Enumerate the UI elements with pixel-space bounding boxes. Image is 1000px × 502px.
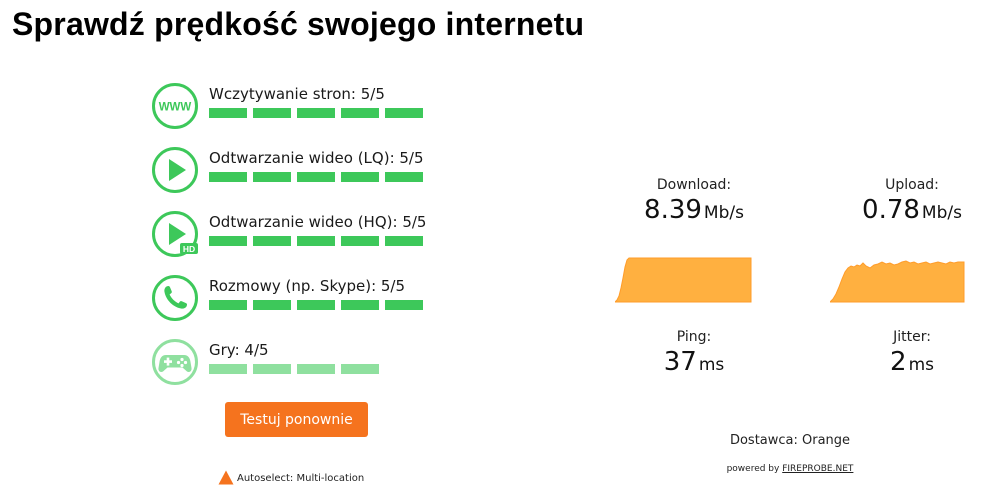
powered-by: powered by FIREPROBE.NET (650, 464, 930, 474)
upload-graph-area (830, 260, 965, 303)
upload-label: Upload: (885, 177, 939, 193)
ping-value: 37 (663, 347, 697, 377)
score-bar (297, 364, 335, 374)
score-bar (253, 172, 291, 182)
download-value: 8.39 (644, 195, 702, 225)
upload-unit: Mb/s (921, 203, 962, 223)
score-bar (297, 300, 335, 310)
score-bar (385, 236, 423, 246)
provider-info: Dostawca: Orange (729, 433, 851, 448)
upload-result: Upload: 0.78 Mb/s (827, 177, 997, 225)
powered-by-prefix: powered by (726, 464, 783, 474)
upload-value: 0.78 (862, 195, 920, 225)
download-result: Download: 8.39 Mb/s (609, 177, 779, 225)
download-unit: Mb/s (703, 203, 744, 223)
download-label: Download: (656, 177, 732, 193)
feature-label: Odtwarzanie wideo (HQ): 5/5 (209, 213, 427, 231)
upload-speed-graph (830, 260, 965, 303)
jitter-unit: ms (908, 355, 934, 375)
score-bar (297, 172, 335, 182)
feature-label: Gry: 4/5 (209, 341, 269, 359)
feature-row-calls: Rozmowy (np. Skype): 5/5 (151, 274, 451, 330)
score-bar (253, 364, 291, 374)
gamepad-icon (152, 339, 198, 385)
feature-row-video-hq: HD Odtwarzanie wideo (HQ): 5/5 (151, 210, 451, 266)
feature-label: Rozmowy (np. Skype): 5/5 (209, 277, 406, 295)
ping-result: Ping: 37 ms (609, 329, 779, 377)
feature-row-games: Gry: 4/5 (151, 338, 451, 394)
server-select-label: Autoselect: Multi-location (237, 473, 365, 484)
score-bar (341, 236, 379, 246)
score-bar (209, 236, 247, 246)
feature-row-web-browsing: WWW Wczytywanie stron: 5/5 (151, 82, 451, 138)
play-hd-icon: HD (152, 211, 198, 257)
warning-triangle-icon (218, 470, 234, 485)
score-bar (341, 172, 379, 182)
score-bar (253, 108, 291, 118)
svg-text:HD: HD (183, 244, 195, 254)
retest-button[interactable]: Testuj ponownie (225, 402, 368, 437)
score-bar (341, 300, 379, 310)
download-speed-graph (615, 257, 752, 303)
jitter-label: Jitter: (893, 329, 931, 345)
ping-unit: ms (698, 355, 725, 375)
jitter-result: Jitter: 2 ms (827, 329, 997, 377)
score-bar (253, 300, 291, 310)
www-icon: WWW (152, 83, 198, 129)
score-bar (341, 108, 379, 118)
feature-label: Odtwarzanie wideo (LQ): 5/5 (209, 149, 424, 167)
fireprobe-link[interactable]: FIREPROBE.NET (782, 464, 853, 474)
score-bar (385, 300, 423, 310)
ping-label: Ping: (676, 329, 712, 345)
score-bar (385, 172, 423, 182)
jitter-value: 2 (890, 347, 907, 377)
play-icon (152, 147, 198, 193)
svg-text:WWW: WWW (159, 102, 192, 114)
score-bar (209, 108, 247, 118)
feature-row-video-lq: Odtwarzanie wideo (LQ): 5/5 (151, 146, 451, 202)
phone-icon (152, 275, 198, 321)
score-bar (385, 108, 423, 118)
score-bar (253, 236, 291, 246)
score-bar (341, 364, 379, 374)
feature-label: Wczytywanie stron: 5/5 (209, 85, 385, 103)
score-bar (297, 108, 335, 118)
score-bar (209, 172, 247, 182)
score-bar (297, 236, 335, 246)
download-graph-area (615, 257, 752, 303)
page-title: Sprawdź prędkość swojego internetu (12, 6, 585, 42)
score-bar (209, 300, 247, 310)
score-bar (209, 364, 247, 374)
